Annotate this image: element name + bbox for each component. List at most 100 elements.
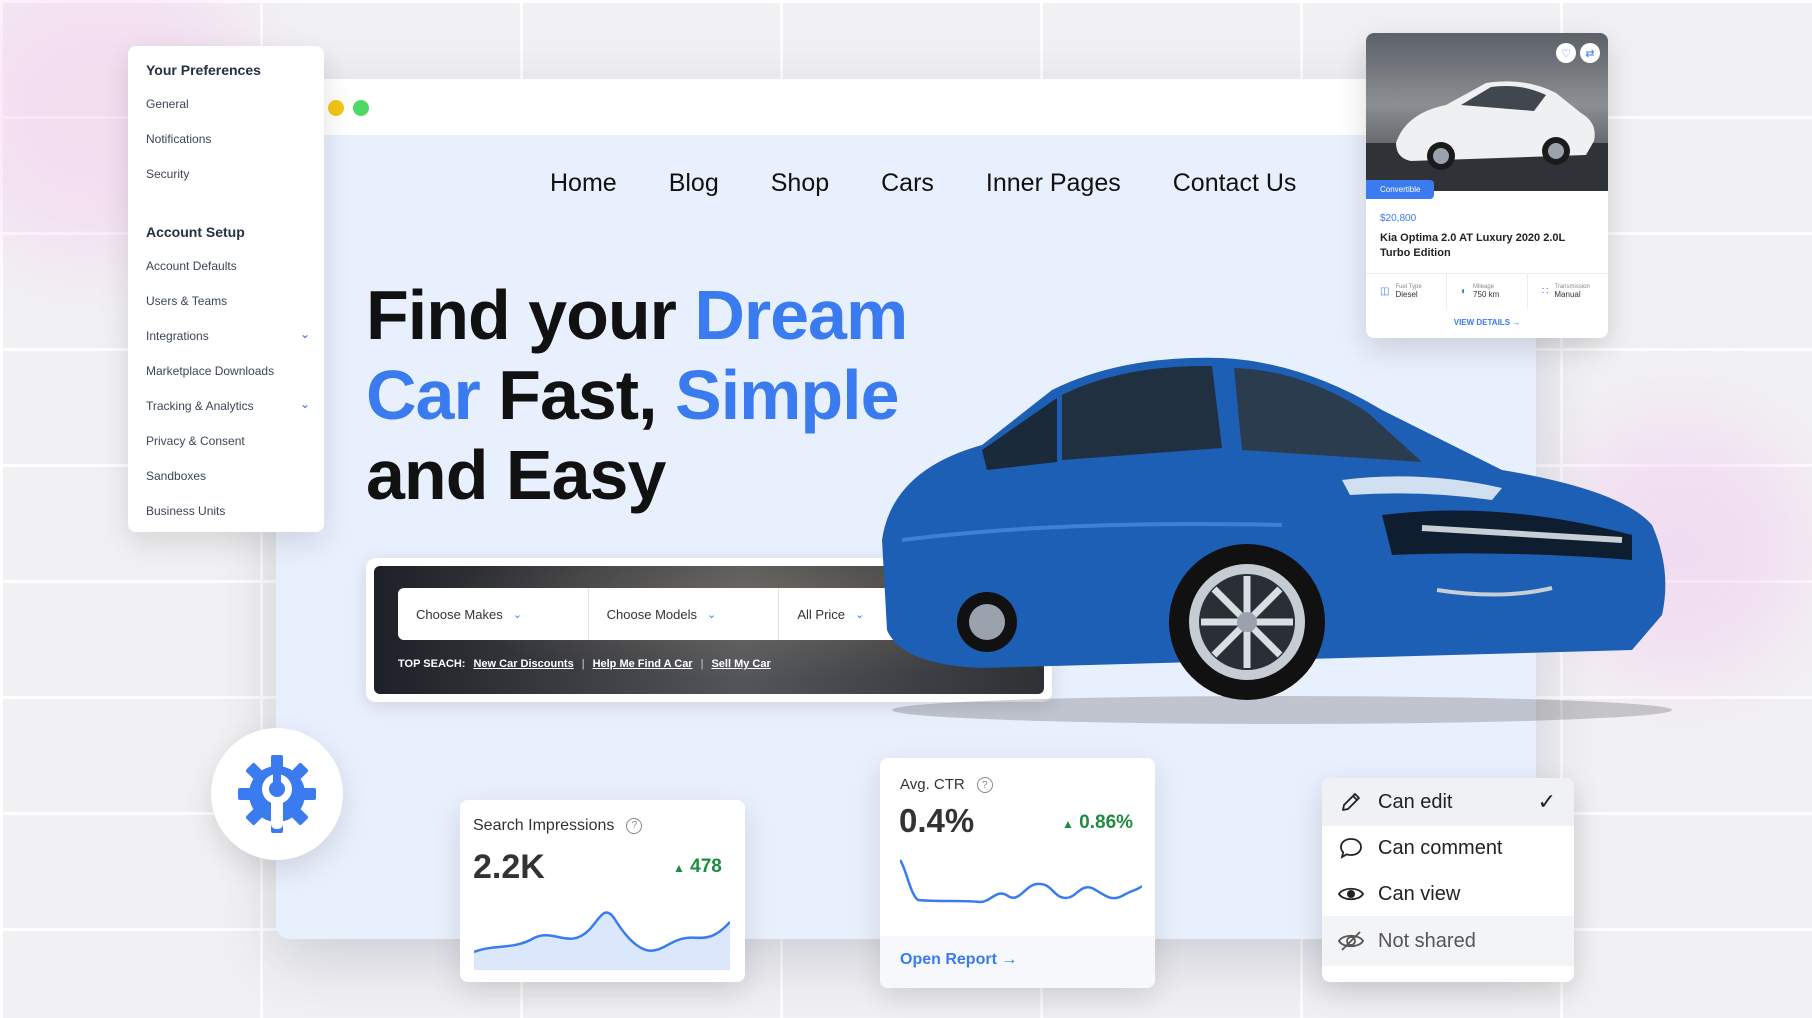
spec-value: Diesel <box>1395 290 1418 299</box>
models-select-label: Choose Models <box>606 606 697 622</box>
window-minimize-dot[interactable] <box>328 100 344 116</box>
speedometer-icon: ◐ <box>1461 286 1468 297</box>
option-label: Not shared <box>1378 929 1476 952</box>
option-can-edit[interactable]: Can edit ✓ <box>1322 778 1574 826</box>
sidebar-item-privacy-consent[interactable]: Privacy & Consent <box>146 434 245 448</box>
open-report-link[interactable]: Open Report → <box>900 951 1017 969</box>
car-specs: ◫ Fuel Type Diesel ◐ Mileage 750 km ∷ Tran… <box>1366 273 1608 309</box>
help-icon[interactable]: ? <box>976 777 993 794</box>
link-new-car-discounts[interactable]: New Car Discounts <box>473 658 573 670</box>
arrow-right-icon: → <box>1001 951 1018 968</box>
option-can-comment[interactable]: Can comment <box>1322 824 1574 872</box>
eye-icon <box>1338 885 1364 903</box>
arrow-up-icon: ▲ <box>673 861 685 875</box>
sidebar-item-general[interactable]: General <box>146 97 189 111</box>
sidebar-item-security[interactable]: Security <box>146 167 189 181</box>
search-impressions-card: Search Impressions? 2.2K ▲ 478 <box>460 800 745 982</box>
ctr-delta: ▲ 0.86% <box>1062 812 1133 834</box>
share-permissions-menu: Can edit ✓ Can comment Can view Not shar… <box>1322 778 1574 982</box>
price-select-label: All Price <box>797 606 846 622</box>
makes-select-label: Choose Makes <box>416 606 503 622</box>
nav-contact-us[interactable]: Contact Us <box>1173 169 1297 198</box>
models-select[interactable]: Choose Models ⌄ <box>589 588 780 640</box>
comment-icon <box>1338 837 1364 859</box>
preferences-sidebar: Your Preferences General Notifications S… <box>128 46 324 532</box>
ctr-label: Avg. CTR? <box>900 776 993 794</box>
nav-cars[interactable]: Cars <box>881 169 934 198</box>
separator: | <box>581 658 585 670</box>
spec-mileage: ◐ Mileage 750 km <box>1447 274 1528 309</box>
hero-text: and Easy <box>366 436 666 514</box>
car-image <box>882 357 1672 724</box>
nav-blog[interactable]: Blog <box>669 169 719 198</box>
spec-value: Manual <box>1554 290 1581 299</box>
sidebar-item-marketplace-downloads[interactable]: Marketplace Downloads <box>146 364 274 378</box>
arrow-up-icon: ▲ <box>1062 817 1074 831</box>
top-search-links: TOP SEACH: New Car Discounts | Help Me F… <box>398 658 771 670</box>
car-price: $20,800 <box>1380 213 1417 224</box>
chevron-down-icon: ⌄ <box>707 608 717 621</box>
link-help-me-find-a-car[interactable]: Help Me Find A Car <box>593 658 693 670</box>
browser-titlebar <box>276 79 1536 135</box>
spec-fuel: ◫ Fuel Type Diesel <box>1366 274 1447 309</box>
option-label: Can comment <box>1378 836 1503 859</box>
ctr-sparkline <box>900 859 1142 904</box>
option-label: Can edit <box>1378 790 1453 813</box>
hero-highlight: Dream <box>694 276 908 354</box>
top-search-label: TOP SEACH: <box>398 658 466 670</box>
impressions-sparkline <box>474 911 730 970</box>
sidebar-heading-preferences: Your Preferences <box>146 62 261 78</box>
option-not-shared[interactable]: Not shared <box>1322 916 1574 966</box>
spec-transmission: ∷ Transmission Manual <box>1528 274 1608 309</box>
impressions-delta: ▲ 478 <box>673 856 722 878</box>
hero-text: Fast, <box>479 356 676 434</box>
fuel-icon: ◫ <box>1380 286 1390 297</box>
makes-select[interactable]: Choose Makes ⌄ <box>398 588 589 640</box>
checkmark-icon: ✓ <box>1537 789 1556 814</box>
impressions-delta-value: 478 <box>690 856 722 877</box>
nav-shop[interactable]: Shop <box>771 169 829 198</box>
separator: | <box>700 658 704 670</box>
gearbox-icon: ∷ <box>1542 286 1549 297</box>
ctr-label-text: Avg. CTR <box>900 776 965 793</box>
sidebar-item-users-teams[interactable]: Users & Teams <box>146 294 227 308</box>
view-details-link[interactable]: VIEW DETAILS → <box>1366 318 1608 327</box>
heart-icon[interactable]: ♡ <box>1556 43 1576 63</box>
chevron-down-icon: ⌄ <box>512 608 522 621</box>
window-maximize-dot[interactable] <box>353 100 369 116</box>
spec-value: 750 km <box>1473 290 1500 299</box>
nav-home[interactable]: Home <box>550 169 617 198</box>
hero-highlight: Car <box>366 356 481 434</box>
gear-wrench-icon <box>238 755 316 833</box>
ctr-value: 0.4% <box>899 802 975 839</box>
nav-inner-pages[interactable]: Inner Pages <box>986 169 1121 198</box>
compare-icon[interactable]: ⇄ <box>1580 43 1600 63</box>
arrow-right-icon: → <box>1512 318 1521 327</box>
impressions-label: Search Impressions? <box>473 817 643 835</box>
open-report-label: Open Report <box>900 951 997 968</box>
sidebar-heading-account-setup: Account Setup <box>146 224 245 240</box>
category-badge: Convertible <box>1366 180 1435 199</box>
pencil-icon <box>1338 791 1364 813</box>
car-title[interactable]: Kia Optima 2.0 AT Luxury 2020 2.0L Turbo… <box>1380 231 1590 261</box>
main-nav: Home Blog Shop Cars Inner Pages Contact … <box>550 169 1296 198</box>
avg-ctr-card: Avg. CTR? 0.4% ▲ 0.86% Open Report → <box>880 758 1155 988</box>
impressions-value: 2.2K <box>473 848 545 886</box>
chevron-down-icon[interactable]: ⌄ <box>300 397 310 411</box>
option-label: Can view <box>1378 882 1461 905</box>
chevron-down-icon[interactable]: ⌄ <box>300 327 310 341</box>
sidebar-item-business-units[interactable]: Business Units <box>146 504 225 518</box>
sidebar-item-sandboxes[interactable]: Sandboxes <box>146 469 206 483</box>
link-sell-my-car[interactable]: Sell My Car <box>711 658 770 670</box>
sidebar-item-notifications[interactable]: Notifications <box>146 132 211 146</box>
help-icon[interactable]: ? <box>626 817 643 834</box>
car-listing-card[interactable]: ♡ ⇄ Convertible $20,800 Kia Optima 2.0 A… <box>1366 33 1608 338</box>
sidebar-item-account-defaults[interactable]: Account Defaults <box>146 259 237 273</box>
view-details-label: VIEW DETAILS <box>1453 318 1511 327</box>
ctr-delta-value: 0.86% <box>1079 812 1134 833</box>
settings-badge <box>211 728 343 860</box>
hero-text: Find your <box>366 276 695 354</box>
sidebar-item-integrations[interactable]: Integrations <box>146 329 209 343</box>
option-can-view[interactable]: Can view <box>1322 870 1574 918</box>
sidebar-item-tracking-analytics[interactable]: Tracking & Analytics <box>146 399 254 413</box>
